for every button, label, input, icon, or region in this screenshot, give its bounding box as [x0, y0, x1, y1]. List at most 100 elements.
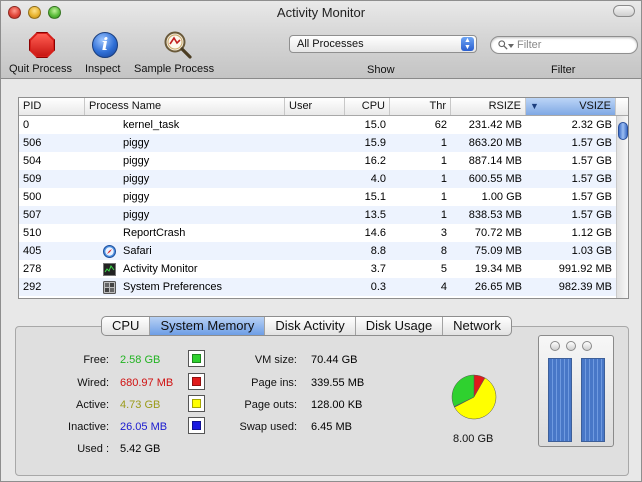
info-icon[interactable]: i	[92, 32, 118, 58]
table-row[interactable]: 510 ReportCrash 14.6 3 70.72 MB 1.12 GB	[19, 224, 616, 242]
cell-user	[289, 116, 343, 134]
cell-thr: 4	[440, 281, 447, 293]
column-header-threads[interactable]: Thr	[390, 98, 451, 115]
cell-name: piggy	[123, 173, 150, 185]
free-color-swatch[interactable]	[188, 350, 205, 367]
widget-dot	[550, 341, 560, 351]
active-color-swatch[interactable]	[188, 395, 205, 412]
cell-pid: 405	[23, 245, 42, 257]
cell-name: piggy	[123, 191, 150, 203]
vertical-scrollbar[interactable]	[616, 116, 628, 298]
table-row[interactable]: 507 piggy 13.5 1 838.53 MB 1.57 GB	[19, 206, 616, 224]
column-header-rsize[interactable]: RSIZE	[451, 98, 526, 115]
cell-cpu: 8.8	[370, 245, 386, 257]
filter-search-field[interactable]	[490, 36, 638, 54]
table-row[interactable]: 292 System Preferences 0.3 4 26.65 MB 982.39 …	[19, 278, 616, 296]
inspect-button[interactable]: Inspect	[85, 63, 120, 75]
swap-used-value: 6.45 MB	[311, 421, 352, 433]
cell-user	[289, 188, 343, 206]
free-value: 2.58 GB	[120, 354, 161, 366]
search-input[interactable]	[517, 38, 627, 52]
quit-process-button[interactable]: Quit Process	[9, 63, 72, 75]
yellow-swatch-icon	[192, 399, 201, 408]
cell-user	[289, 224, 343, 242]
cell-cpu: 3.7	[370, 263, 386, 275]
cell-pid: 509	[23, 173, 42, 185]
tab-cpu[interactable]: CPU	[102, 317, 151, 335]
page-ins-value: 339.55 MB	[311, 377, 365, 389]
cell-user	[289, 152, 343, 170]
tab-disk-usage[interactable]: Disk Usage	[356, 317, 444, 335]
cell-user	[289, 260, 343, 278]
stop-sign-icon[interactable]	[29, 32, 55, 58]
column-header-user[interactable]: User	[285, 98, 345, 115]
free-label: Free:	[83, 354, 109, 366]
table-row[interactable]: 278 Activity Monitor 3.7 5 19.34 MB 991.92 MB	[19, 260, 616, 278]
wired-color-swatch[interactable]	[188, 373, 205, 390]
cell-vsize: 1.57 GB	[571, 155, 612, 167]
updown-arrows-icon: ▲ ▼	[461, 37, 474, 51]
cell-rsize: 231.42 MB	[468, 119, 522, 131]
page-outs-value: 128.00 KB	[311, 399, 363, 411]
used-label: Used :	[77, 443, 109, 455]
cell-pid: 510	[23, 227, 42, 239]
cell-pid: 292	[23, 281, 42, 293]
cell-thr: 5	[440, 263, 447, 275]
toolbar-toggle-button[interactable]	[613, 5, 635, 17]
show-processes-value: All Processes	[297, 38, 364, 50]
table-row[interactable]: 504 piggy 16.2 1 887.14 MB 1.57 GB	[19, 152, 616, 170]
inactive-label: Inactive:	[68, 421, 109, 433]
tab-disk-activity[interactable]: Disk Activity	[265, 317, 356, 335]
monitor-tabs: CPU System Memory Disk Activity Disk Usage N…	[101, 316, 512, 336]
show-processes-select[interactable]: All Processes ▲ ▼	[289, 35, 477, 53]
column-header-pid[interactable]: PID	[19, 98, 85, 115]
show-label: Show	[367, 64, 395, 76]
cell-cpu: 14.6	[364, 227, 386, 239]
sample-process-button[interactable]: Sample Process	[134, 63, 214, 75]
table-row[interactable]: 509 piggy 4.0 1 600.55 MB 1.57 GB	[19, 170, 616, 188]
table-row[interactable]: 0 kernel_task 15.0 62 231.42 MB 2.32 GB	[19, 116, 616, 134]
table-row[interactable]: 405 Safari 8.8 8 75.09 MB 1.03 GB	[19, 242, 616, 260]
cell-vsize: 1.57 GB	[571, 137, 612, 149]
cell-user	[289, 170, 343, 188]
table-row[interactable]: 506 piggy 15.9 1 863.20 MB 1.57 GB	[19, 134, 616, 152]
cell-vsize: 982.39 MB	[558, 281, 612, 293]
inactive-value: 26.05 MB	[120, 421, 168, 433]
cell-name: piggy	[123, 155, 150, 167]
inactive-color-swatch[interactable]	[188, 417, 205, 434]
page-ins-label: Page ins:	[251, 377, 297, 389]
blue-swatch-icon	[192, 421, 201, 430]
magnifier-icon[interactable]	[161, 29, 193, 61]
tab-network[interactable]: Network	[443, 317, 511, 335]
cell-pid: 506	[23, 137, 42, 149]
cell-user	[289, 278, 343, 296]
table-row[interactable]: 500 piggy 15.1 1 1.00 GB 1.57 GB	[19, 188, 616, 206]
scrollbar-thumb[interactable]	[618, 122, 628, 140]
used-value: 5.42 GB	[120, 443, 161, 455]
column-header-process-name[interactable]: Process Name	[85, 98, 285, 115]
cell-rsize: 19.34 MB	[474, 263, 522, 275]
cell-cpu: 0.3	[370, 281, 386, 293]
cell-pid: 0	[23, 119, 30, 131]
cell-vsize: 1.57 GB	[571, 209, 612, 221]
cell-thr: 1	[440, 137, 447, 149]
cell-vsize: 1.03 GB	[571, 245, 612, 257]
cell-pid: 278	[23, 263, 42, 275]
memory-bar-left	[548, 358, 572, 442]
cell-name: ReportCrash	[123, 227, 186, 239]
wired-value: 680.97 MB	[120, 377, 174, 389]
cell-user	[289, 134, 343, 152]
activity-monitor-window: Activity Monitor Quit Process i Inspect …	[0, 0, 642, 482]
swap-used-label: Swap used:	[239, 421, 297, 433]
column-header-vsize[interactable]: ▼ VSIZE	[526, 98, 616, 115]
widget-dot	[582, 341, 592, 351]
tab-system-memory[interactable]: System Memory	[150, 317, 266, 335]
active-value: 4.73 GB	[120, 399, 161, 411]
cell-vsize: 1.12 GB	[571, 227, 612, 239]
cell-thr: 1	[440, 173, 447, 185]
cell-vsize: 1.57 GB	[571, 191, 612, 203]
memory-chips-icon	[538, 335, 614, 447]
vm-size-value: 70.44 GB	[311, 354, 358, 366]
active-label: Active:	[75, 399, 109, 411]
column-header-cpu[interactable]: CPU	[345, 98, 390, 115]
